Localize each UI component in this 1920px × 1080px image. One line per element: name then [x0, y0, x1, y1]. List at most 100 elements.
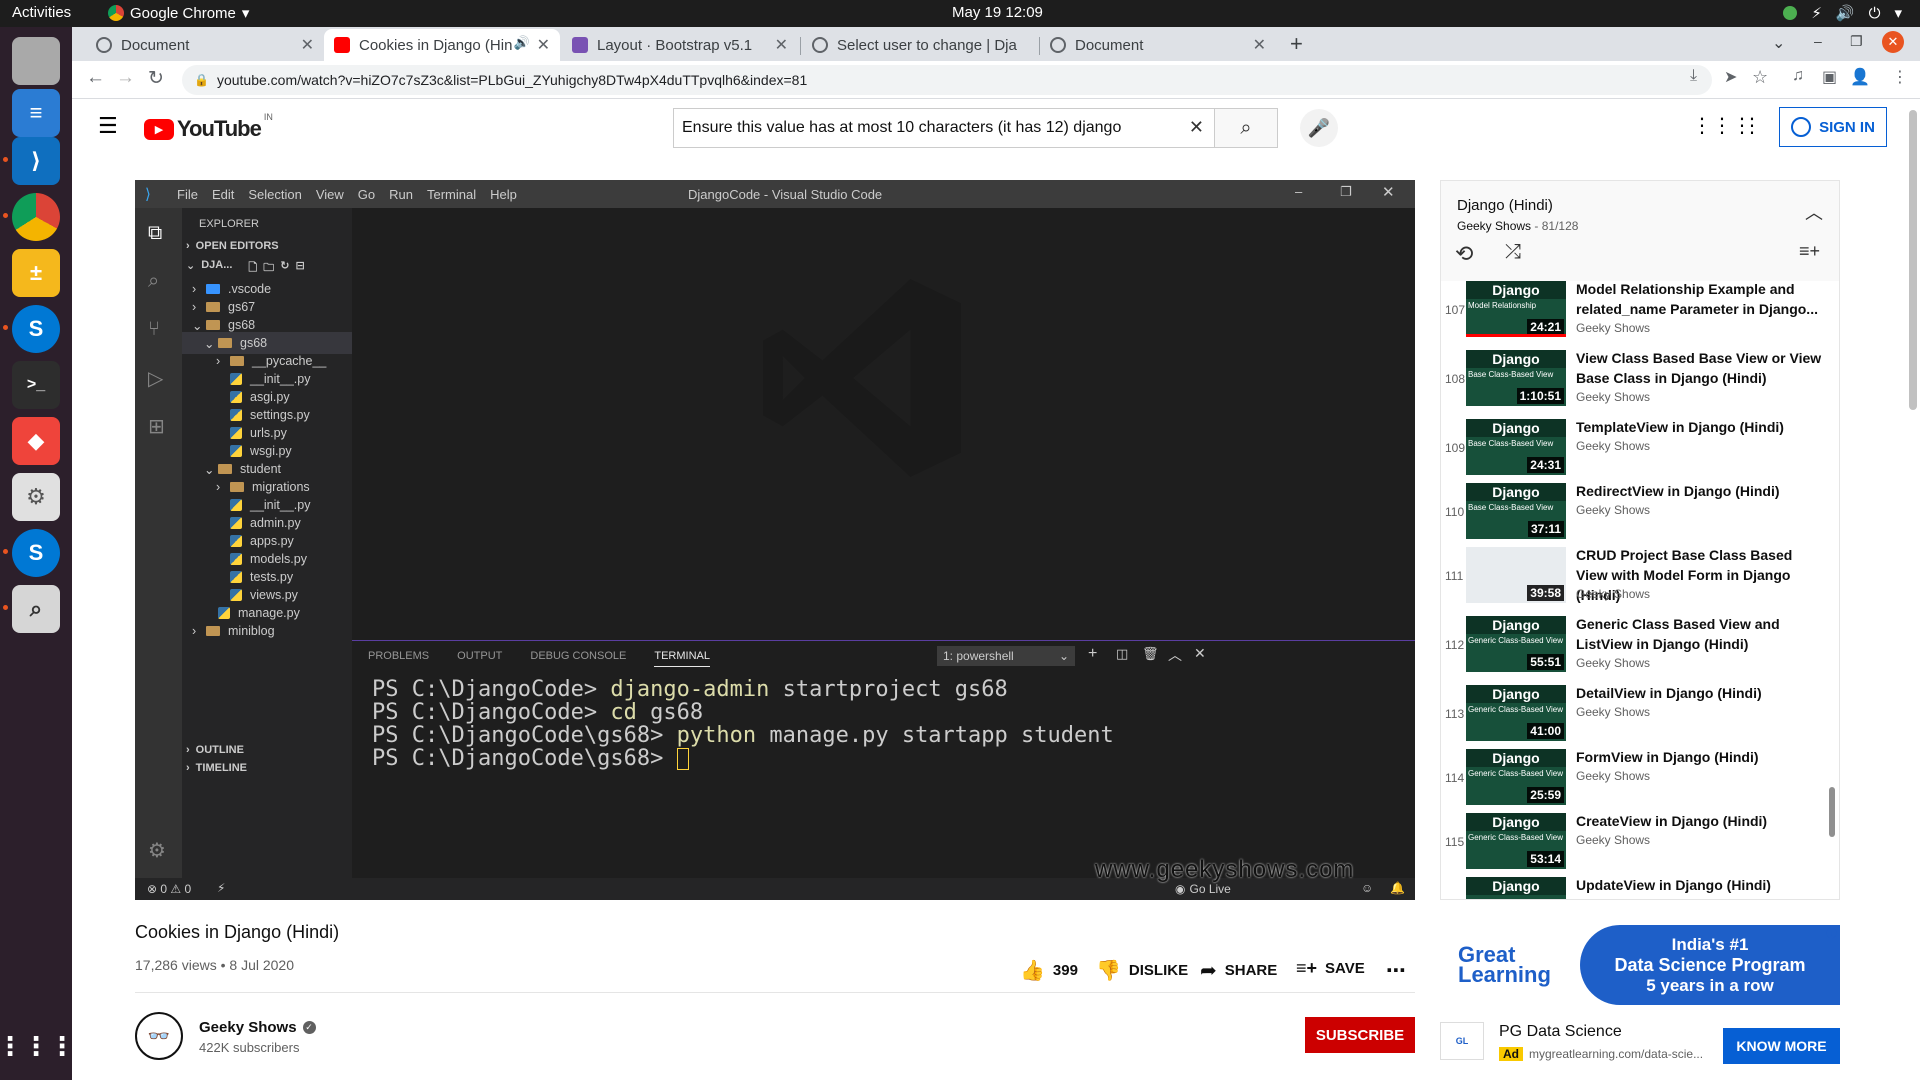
- close-icon[interactable]: ✕: [1253, 35, 1266, 55]
- open-editors-section[interactable]: › OPEN EDITORS: [186, 240, 279, 252]
- playlist-thumbnail[interactable]: Django Model Relationship 24:21: [1466, 281, 1566, 337]
- playlist-item[interactable]: 107 Django Model Relationship 24:21 Model Re…: [1441, 281, 1839, 345]
- like-button[interactable]: 👍 399: [1020, 958, 1078, 983]
- playlist-thumbnail[interactable]: Django Generic Class-Based View 25:59: [1466, 749, 1566, 805]
- restore-icon[interactable]: ❐: [1850, 33, 1863, 50]
- dislike-button[interactable]: 👎 DISLIKE: [1096, 958, 1188, 983]
- ad-banner[interactable]: India's #1 Data Science Program 5 years …: [1580, 925, 1840, 1005]
- playlist-thumbnail[interactable]: Django: [1466, 877, 1566, 899]
- close-window-icon[interactable]: ✕: [1882, 31, 1904, 53]
- playlist-item[interactable]: 111 39:58 CRUD Project Base Class Based Vi…: [1441, 547, 1839, 611]
- ad-small-logo[interactable]: GL: [1440, 1022, 1484, 1060]
- playlist-item[interactable]: 110 Django Base Class-Based View 37:11 Redir…: [1441, 483, 1839, 547]
- menu-item-help[interactable]: Help: [490, 187, 517, 202]
- go-live-status[interactable]: ◉ Go Live: [1175, 882, 1231, 896]
- shuffle-icon[interactable]: ⤮: [1505, 241, 1521, 264]
- menu-item-edit[interactable]: Edit: [212, 187, 234, 202]
- panel-tab-debug-console[interactable]: DEBUG CONSOLE: [530, 650, 626, 667]
- new-folder-icon[interactable]: 🗀: [263, 259, 274, 278]
- audio-icon[interactable]: 🔊: [514, 35, 530, 51]
- plug-icon[interactable]: ⚡: [217, 881, 225, 895]
- playlist-title[interactable]: Django (Hindi): [1457, 197, 1553, 214]
- close-icon[interactable]: ✕: [537, 35, 550, 55]
- writer-icon[interactable]: ≡: [12, 89, 60, 137]
- playlist-item[interactable]: 115 Django Generic Class-Based View 53:14 Cr…: [1441, 813, 1839, 877]
- show-apps-icon[interactable]: ⋮⋮⋮: [0, 1022, 75, 1070]
- skype-icon[interactable]: S: [12, 529, 60, 577]
- menu-icon[interactable]: ⋮: [1892, 67, 1908, 87]
- playlist-thumbnail[interactable]: Django Generic Class-Based View 41:00: [1466, 685, 1566, 741]
- split-terminal-icon[interactable]: ◫: [1116, 646, 1128, 662]
- playlist-item[interactable]: 108 Django Base Class-Based View 1:10:51 Vie…: [1441, 350, 1839, 414]
- tab[interactable]: Document ✕: [86, 29, 324, 61]
- kill-terminal-icon[interactable]: 🗑: [1142, 646, 1159, 662]
- close-icon[interactable]: ✕: [301, 35, 314, 55]
- close-panel-icon[interactable]: ✕: [1194, 645, 1206, 662]
- menu-item-file[interactable]: File: [177, 187, 198, 202]
- menu-item-terminal[interactable]: Terminal: [427, 187, 476, 202]
- tab[interactable]: Document ✕: [1040, 29, 1276, 61]
- back-icon[interactable]: ←: [86, 67, 105, 89]
- send-icon[interactable]: ➤: [1724, 67, 1737, 87]
- tab[interactable]: Select user to change | Dja: [802, 29, 1038, 61]
- feedback-icon[interactable]: ☺: [1361, 881, 1373, 895]
- share-button[interactable]: ➦ SHARE: [1200, 958, 1277, 983]
- hamburger-menu-icon[interactable]: ☰: [98, 113, 118, 139]
- chevron-down-icon[interactable]: ▾: [1894, 4, 1902, 22]
- menu-item-run[interactable]: Run: [389, 187, 413, 202]
- tree-folder[interactable]: › miniblog: [182, 620, 352, 642]
- ad-headline[interactable]: PG Data Science: [1499, 1023, 1622, 1041]
- forward-icon[interactable]: →: [116, 67, 135, 89]
- refresh-icon[interactable]: ↻: [280, 259, 289, 278]
- panel-tab-terminal[interactable]: TERMINAL: [654, 650, 710, 667]
- save-button[interactable]: ≡+ SAVE: [1296, 958, 1365, 979]
- app-menu[interactable]: Google Chrome ▾: [108, 4, 249, 22]
- update-icon[interactable]: [1783, 6, 1798, 20]
- address-bar[interactable]: 🔒 youtube.com/watch?v=hiZO7c7sZ3c&list=P…: [182, 65, 1712, 95]
- collapse-all-icon[interactable]: ⊟: [295, 259, 304, 278]
- new-terminal-icon[interactable]: +: [1088, 645, 1097, 663]
- playlist-thumbnail[interactable]: Django Generic Class-Based View 53:14: [1466, 813, 1566, 869]
- bell-icon[interactable]: 🔔: [1390, 881, 1405, 895]
- mic-icon[interactable]: 🎤: [1300, 109, 1338, 147]
- clock[interactable]: May 19 12:09: [952, 4, 1043, 21]
- volume-icon[interactable]: 🔊: [1836, 4, 1855, 22]
- playlist-thumbnail[interactable]: 39:58: [1466, 547, 1566, 603]
- skype-icon[interactable]: S: [12, 305, 60, 353]
- know-more-button[interactable]: KNOW MORE: [1723, 1028, 1840, 1064]
- problems-status[interactable]: ⊗ 0 ⚠ 0: [147, 882, 191, 896]
- vscode-close-icon[interactable]: ✕: [1382, 183, 1395, 201]
- more-actions-icon[interactable]: ⋯: [1386, 958, 1406, 983]
- manage-gear-icon[interactable]: ⚙: [148, 838, 166, 863]
- menu-item-view[interactable]: View: [316, 187, 344, 202]
- video-player[interactable]: ⟩ File Edit Selection View Go Run Terminal Help…: [135, 180, 1415, 900]
- search-icon[interactable]: ⌕: [148, 270, 159, 293]
- sidebar-icon[interactable]: ▣: [1822, 67, 1837, 87]
- page-scrollbar[interactable]: [1909, 110, 1917, 410]
- outline-section[interactable]: › OUTLINE: [186, 744, 244, 756]
- subscribe-button[interactable]: SUBSCRIBE: [1305, 1017, 1415, 1053]
- network-icon[interactable]: ⚡: [1811, 4, 1822, 22]
- panel-tab-problems[interactable]: PROBLEMS: [368, 650, 429, 667]
- playlist-thumbnail[interactable]: Django Base Class-Based View 24:31: [1466, 419, 1566, 475]
- ad-logo[interactable]: Great Learning: [1458, 944, 1568, 986]
- timeline-section[interactable]: › TIMELINE: [186, 762, 247, 774]
- save-playlist-icon[interactable]: ≡+: [1799, 241, 1820, 262]
- tab-search-icon[interactable]: ⌄: [1772, 33, 1785, 53]
- maximize-panel-icon[interactable]: ︿: [1168, 645, 1182, 665]
- vscode-icon[interactable]: ⟩: [12, 137, 60, 185]
- power-icon[interactable]: ⏻: [1869, 5, 1881, 22]
- playlist-thumbnail[interactable]: Django Base Class-Based View 1:10:51: [1466, 350, 1566, 406]
- search-button[interactable]: ⌕: [1214, 108, 1278, 148]
- terminal-icon[interactable]: >_: [12, 361, 60, 409]
- youtube-logo[interactable]: ▶ YouTube IN: [144, 112, 273, 142]
- playlist-item[interactable]: 113 Django Generic Class-Based View 41:00 De…: [1441, 685, 1839, 749]
- menu-item-selection[interactable]: Selection: [248, 187, 301, 202]
- clear-search-icon[interactable]: ✕: [1189, 117, 1204, 138]
- panel-tab-output[interactable]: OUTPUT: [457, 650, 502, 667]
- files-icon[interactable]: [12, 37, 60, 85]
- chrome-icon[interactable]: [12, 193, 60, 241]
- reload-icon[interactable]: ↻: [148, 67, 164, 90]
- source-control-icon[interactable]: ⑂: [148, 318, 160, 341]
- channel-avatar[interactable]: 👓: [135, 1012, 183, 1060]
